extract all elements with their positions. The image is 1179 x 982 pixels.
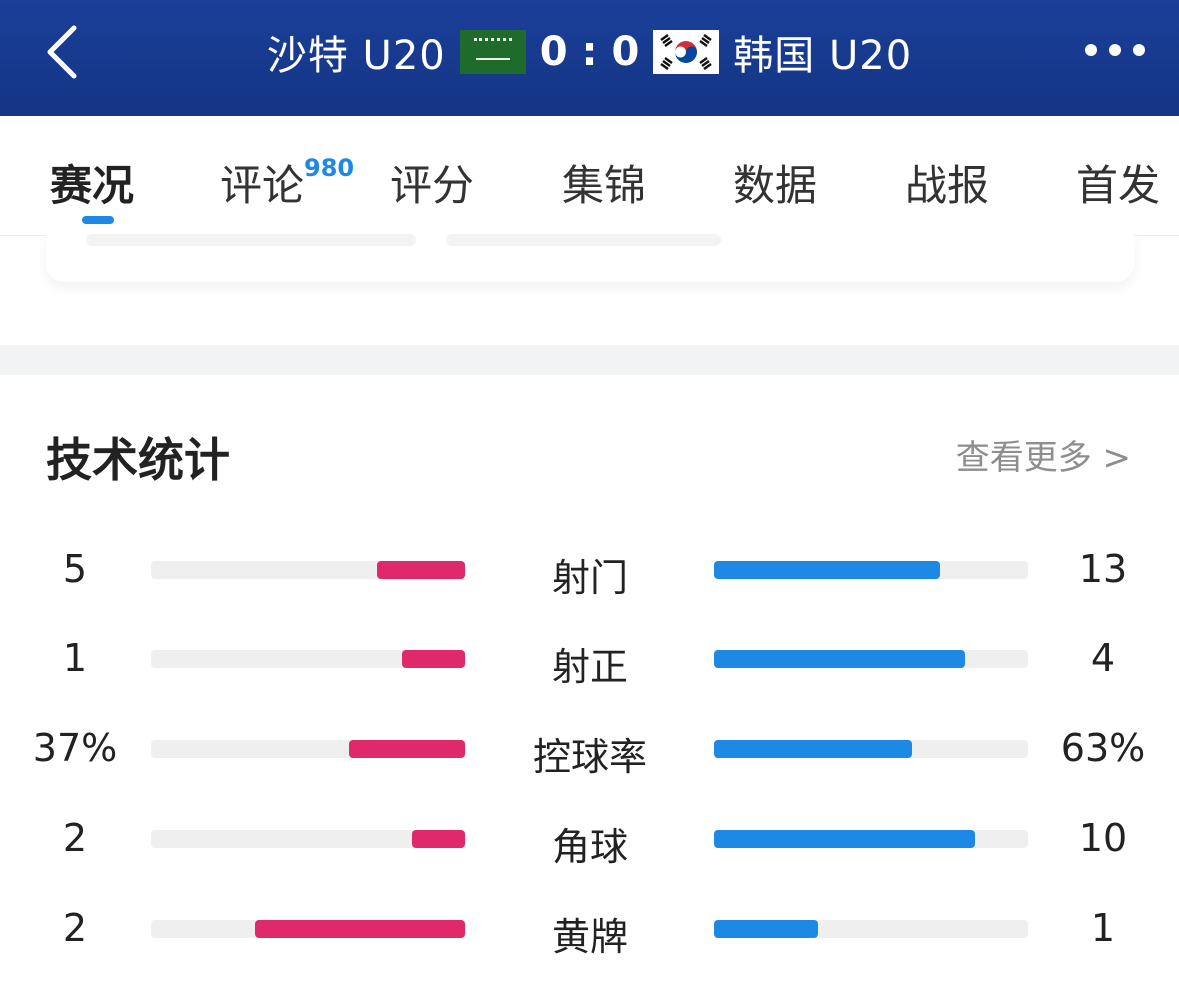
card-placeholder: [446, 234, 721, 246]
home-stat-bar: [402, 650, 465, 668]
tab-highlights[interactable]: 集锦: [562, 152, 646, 213]
away-stat-value: 10: [1078, 816, 1128, 860]
stat-row: 37% 控球率 63%: [0, 720, 1179, 780]
active-tab-indicator: [82, 216, 114, 224]
home-score: 0: [539, 29, 568, 75]
away-stat-bar-track: [714, 740, 1028, 758]
more-dots-icon[interactable]: [1085, 44, 1145, 56]
stats-title: 技术统计: [46, 433, 230, 487]
stat-label: 黄牌: [551, 915, 628, 959]
stat-label: 射门: [551, 556, 628, 600]
away-stat-bar: [714, 561, 940, 579]
south-korea-flag-icon: [653, 30, 720, 74]
away-stat-bar: [714, 830, 975, 848]
home-team-name[interactable]: 沙特 U20: [267, 23, 446, 81]
tab-data[interactable]: 数据: [733, 152, 817, 213]
away-stat-bar-track: [714, 830, 1028, 848]
saudi-arabia-flag-icon: [459, 30, 526, 74]
home-stat-value: 2: [62, 816, 88, 860]
home-stat-bar: [377, 561, 465, 579]
tab-label: 首发: [1076, 161, 1161, 210]
away-stat-value: 13: [1078, 547, 1128, 591]
home-stat-bar-track: [151, 740, 465, 758]
away-stat-bar: [714, 650, 965, 668]
previous-card-bottom: [46, 230, 1134, 282]
away-stat-bar: [714, 740, 912, 758]
away-stat-value: 4: [1090, 636, 1116, 680]
stat-label: 角球: [551, 825, 628, 869]
home-stat-bar-track: [151, 650, 465, 668]
comment-count-badge: 980: [304, 154, 355, 182]
tab-label: 评论: [220, 161, 305, 210]
away-score: 0: [611, 29, 640, 75]
tab-lineup[interactable]: 首发: [1076, 152, 1160, 213]
home-stat-bar: [412, 830, 465, 848]
score: 0 : 0: [540, 29, 640, 75]
see-more-link[interactable]: 查看更多 >: [956, 430, 1131, 479]
stat-row: 2 黄牌 1: [0, 900, 1179, 960]
away-team-name[interactable]: 韩国 U20: [733, 23, 912, 81]
tab-bar: 赛况 评论980 评分 集锦 数据 战报 首发: [0, 116, 1179, 236]
stat-label: 控球率: [532, 735, 647, 779]
home-stat-bar: [255, 920, 465, 938]
match-header: 沙特 U20 0 : 0 韩国 U20: [0, 0, 1179, 116]
score-separator: :: [581, 29, 598, 75]
match-scoreline: 沙特 U20 0 : 0 韩国 U20: [0, 23, 1179, 81]
tab-label: 评分: [390, 161, 475, 210]
section-separator: [0, 345, 1179, 375]
home-stat-value: 5: [62, 547, 88, 591]
tab-live[interactable]: 赛况: [50, 152, 134, 213]
stat-row: 5 射门 13: [0, 541, 1179, 601]
home-stat-bar-track: [151, 920, 465, 938]
home-stat-bar: [349, 740, 465, 758]
home-stat-value: 1: [62, 636, 88, 680]
away-stat-bar-track: [714, 920, 1028, 938]
card-placeholder: [86, 234, 416, 246]
tab-label: 数据: [733, 161, 818, 210]
tab-report[interactable]: 战报: [905, 152, 989, 213]
home-stat-bar-track: [151, 830, 465, 848]
away-stat-value: 63%: [1060, 726, 1146, 770]
home-stat-value: 2: [62, 906, 88, 950]
stat-label: 射正: [551, 645, 628, 689]
stat-row: 2 角球 10: [0, 810, 1179, 870]
away-stat-bar: [714, 920, 818, 938]
away-stat-bar-track: [714, 561, 1028, 579]
tab-label: 战报: [905, 161, 990, 210]
tab-label: 赛况: [50, 161, 135, 210]
home-stat-bar-track: [151, 561, 465, 579]
stat-row: 1 射正 4: [0, 630, 1179, 690]
away-stat-bar-track: [714, 650, 1028, 668]
tab-label: 集锦: [562, 161, 647, 210]
tab-comments[interactable]: 评论980: [220, 152, 354, 213]
home-stat-value: 37%: [32, 726, 118, 770]
away-stat-value: 1: [1090, 906, 1116, 950]
tab-ratings[interactable]: 评分: [390, 152, 474, 213]
